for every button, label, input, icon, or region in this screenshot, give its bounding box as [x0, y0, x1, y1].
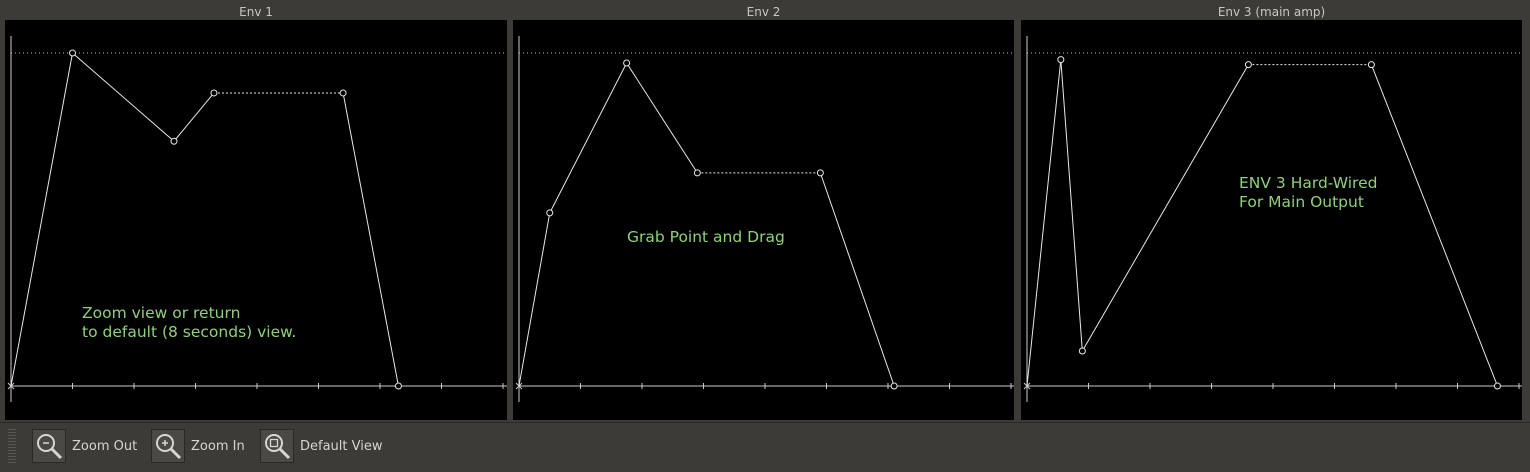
env3-graph[interactable]: ENV 3 Hard-Wired For Main Output	[1021, 20, 1522, 420]
zoom-out-label: Zoom Out	[72, 438, 138, 454]
env2-title: Env 2	[746, 5, 781, 19]
default-view-label: Default View	[300, 438, 383, 454]
env1-plot[interactable]	[5, 20, 507, 420]
env2-graph[interactable]: Grab Point and Drag	[513, 20, 1014, 420]
env1-hint: Zoom view or return to default (8 second…	[82, 304, 297, 341]
env3-title: Env 3 (main amp)	[1217, 5, 1326, 19]
envelope-point[interactable]	[1493, 382, 1501, 390]
env3-plot[interactable]	[1021, 20, 1522, 420]
envelope-segment	[549, 62, 628, 214]
envelope-point[interactable]	[394, 382, 402, 390]
envelope-segment	[72, 52, 175, 142]
zoom-toolbar: Zoom Out Zoom In Default View	[0, 422, 1530, 472]
zoom-out-button[interactable]: Zoom Out	[32, 428, 137, 464]
envelope-segment	[1060, 59, 1083, 352]
envelope-point[interactable]	[1057, 56, 1065, 64]
envelope-segment	[173, 92, 215, 142]
default-view-button[interactable]: Default View	[260, 428, 382, 464]
envelope-segment	[10, 52, 73, 387]
env2-hint: Grab Point and Drag	[627, 228, 785, 246]
default-view-icon	[260, 429, 294, 463]
envelope-point[interactable]	[816, 169, 824, 177]
zoom-in-button[interactable]: Zoom In	[151, 428, 245, 464]
envelope-point[interactable]	[1078, 347, 1086, 355]
envelope-segment	[1081, 64, 1249, 352]
envelope-point[interactable]	[69, 49, 76, 57]
envelope-point[interactable]	[623, 59, 631, 67]
envelope-segment	[819, 172, 895, 387]
envelope-point[interactable]	[890, 382, 898, 390]
envelope-point[interactable]	[170, 137, 178, 145]
envelope-point[interactable]	[210, 89, 218, 97]
env1-title: Env 1	[239, 5, 273, 19]
envelope-point[interactable]	[546, 209, 554, 217]
zoom-in-icon	[151, 429, 185, 463]
envelope-segment	[342, 92, 399, 387]
envelope-point[interactable]	[1244, 61, 1252, 69]
env3-hint: ENV 3 Hard-Wired For Main Output	[1239, 174, 1378, 211]
envelope-segment	[626, 62, 698, 174]
envelope-segment	[1370, 64, 1498, 387]
env1-graph[interactable]: Zoom view or return to default (8 second…	[5, 20, 507, 420]
envelope-point[interactable]	[339, 89, 347, 97]
envelope-segment	[518, 212, 551, 387]
zoom-in-label: Zoom In	[191, 438, 245, 454]
env2-plot[interactable]	[513, 20, 1014, 420]
envelope-point[interactable]	[693, 169, 701, 177]
zoom-out-icon	[32, 429, 66, 463]
envelope-point[interactable]	[1367, 61, 1375, 69]
envelope-segment	[1026, 59, 1062, 387]
toolbar-grip[interactable]	[8, 429, 16, 465]
